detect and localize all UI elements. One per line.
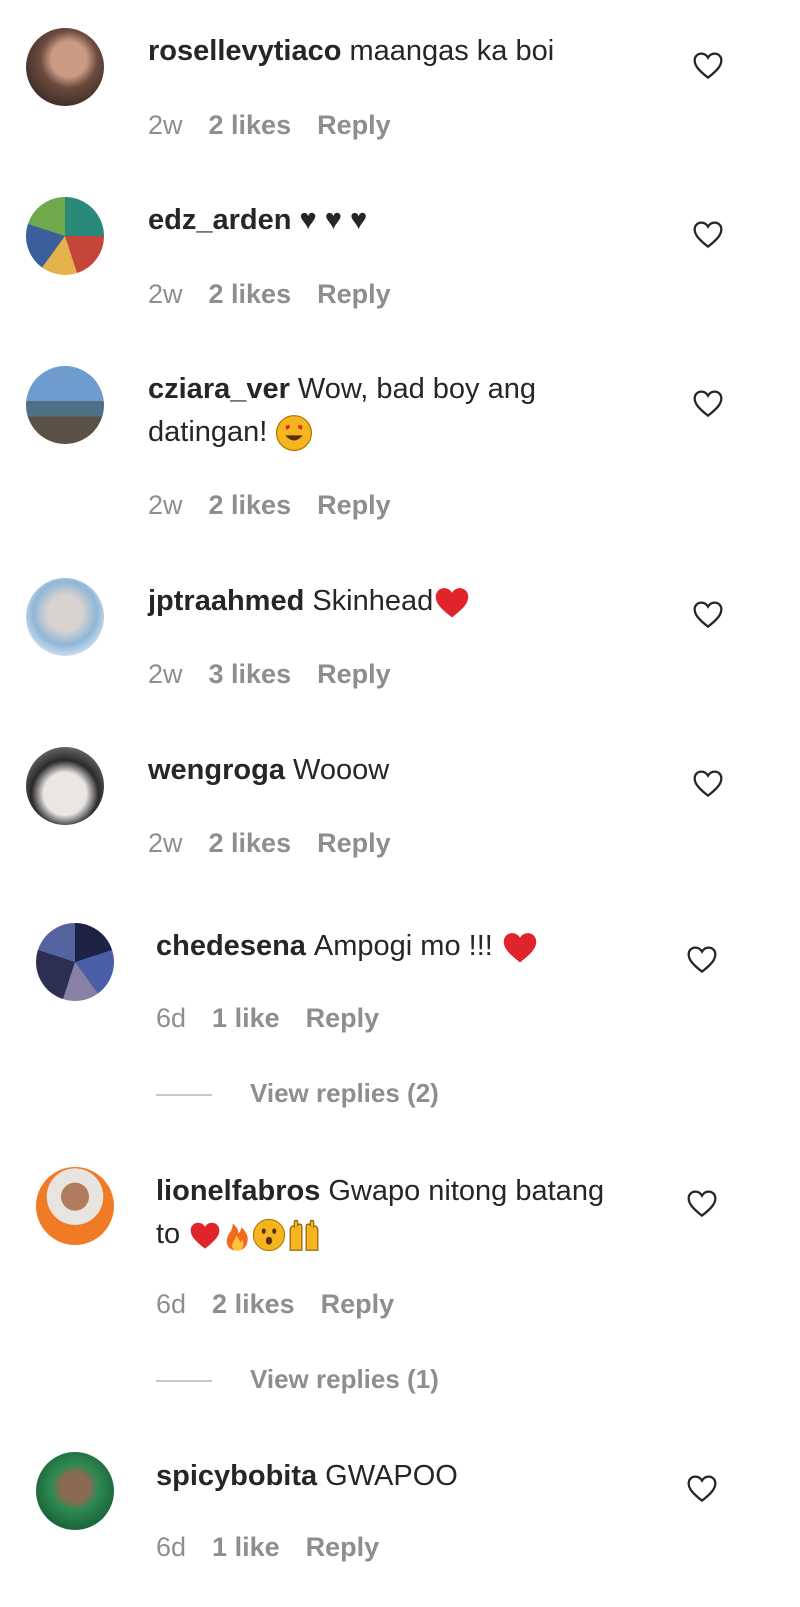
comment-text: jptraahmed Skinhead [148, 580, 618, 623]
comment-username[interactable]: chedesena [156, 930, 306, 962]
comment-text: wengroga Wooow [148, 749, 618, 792]
reply-button[interactable]: Reply [317, 279, 391, 309]
heart-outline-icon[interactable] [686, 1188, 718, 1218]
comment-meta: 6d 2 likes Reply [156, 1289, 420, 1320]
comment-text: lionelfabros Gwapo nitong batang to [156, 1170, 626, 1256]
comment-meta: 2w 2 likes Reply [148, 490, 417, 521]
comment-likes[interactable]: 2 likes [209, 110, 292, 140]
heart-outline-icon[interactable] [692, 388, 724, 418]
comment-text: chedesena Ampogi mo !!! [156, 925, 626, 968]
heart-outline-icon[interactable] [692, 768, 724, 798]
comment-text: spicybobita GWAPOO [156, 1455, 626, 1498]
comment-likes[interactable]: 2 likes [209, 279, 292, 309]
avatar[interactable] [36, 1167, 114, 1245]
avatar[interactable] [26, 747, 104, 825]
comment-text: edz_arden ♥ ♥ ♥ [148, 199, 618, 242]
comment-time[interactable]: 6d [156, 1289, 186, 1319]
comment-time[interactable]: 2w [148, 279, 183, 309]
view-replies-label[interactable]: View replies (1) [250, 1364, 439, 1394]
comment-username[interactable]: cziara_ver [148, 373, 290, 405]
reply-button[interactable]: Reply [317, 490, 391, 520]
comment-body: Ampogi mo !!! [313, 930, 493, 962]
red-heart-emoji-icon [503, 933, 537, 963]
comment-body: Skinhead [312, 585, 434, 617]
red-heart-emoji-icon [190, 1223, 220, 1249]
comment-body: GWAPOO [325, 1460, 458, 1492]
comment-text: cziara_ver Wow, bad boy ang datingan! [148, 368, 618, 454]
reply-button[interactable]: Reply [306, 1532, 380, 1562]
avatar[interactable] [26, 578, 104, 656]
heart-outline-icon[interactable] [686, 1473, 718, 1503]
comment-time[interactable]: 2w [148, 110, 183, 140]
avatar[interactable] [26, 366, 104, 444]
reply-button[interactable]: Reply [317, 828, 391, 858]
comment-username[interactable]: lionelfabros [156, 1175, 320, 1207]
heart-outline-icon[interactable] [692, 219, 724, 249]
comment-meta: 2w 3 likes Reply [148, 659, 417, 690]
comment-text: rosellevytiaco maangas ka boi [148, 30, 618, 73]
comment-username[interactable]: wengroga [148, 754, 285, 786]
heart-outline-icon[interactable] [692, 50, 724, 80]
comment-body: Wooow [292, 754, 390, 786]
avatar[interactable] [26, 28, 104, 106]
view-replies-divider [156, 1380, 212, 1383]
reply-button[interactable]: Reply [321, 1289, 395, 1319]
comment-likes[interactable]: 1 like [212, 1532, 280, 1562]
comment-likes[interactable]: 2 likes [209, 490, 292, 520]
heart-outline-icon[interactable] [692, 599, 724, 629]
comment-body: maangas ka boi [349, 35, 555, 67]
view-replies-label[interactable]: View replies (2) [250, 1078, 439, 1108]
view-replies-button[interactable]: View replies (2) [156, 1078, 439, 1109]
comment-username[interactable]: rosellevytiaco [148, 35, 341, 67]
comment-time[interactable]: 6d [156, 1532, 186, 1562]
comment-meta: 6d 1 like Reply [156, 1003, 405, 1034]
comment-time[interactable]: 2w [148, 828, 183, 858]
red-heart-emoji-icon [436, 588, 469, 618]
comment-meta: 2w 2 likes Reply [148, 828, 417, 859]
comment-time[interactable]: 2w [148, 490, 183, 520]
reply-button[interactable]: Reply [306, 1003, 380, 1033]
comment-meta: 6d 1 like Reply [156, 1532, 405, 1563]
comment-username[interactable]: edz_arden [148, 204, 291, 236]
comment-time[interactable]: 6d [156, 1003, 186, 1033]
comment-likes[interactable]: 1 like [212, 1003, 280, 1033]
comment-likes[interactable]: 2 likes [212, 1289, 295, 1319]
avatar[interactable] [36, 1452, 114, 1530]
heart-outline-icon[interactable] [686, 944, 718, 974]
comment-username[interactable]: jptraahmed [148, 585, 304, 617]
reply-button[interactable]: Reply [317, 110, 391, 140]
comment-time[interactable]: 2w [148, 659, 183, 689]
view-replies-divider [156, 1094, 212, 1097]
comment-username[interactable]: spicybobita [156, 1460, 317, 1492]
comment-body: ♥ ♥ ♥ [299, 204, 368, 236]
reply-button[interactable]: Reply [317, 659, 391, 689]
comment-meta: 2w 2 likes Reply [148, 279, 417, 310]
fire-emoji-icon [226, 1224, 248, 1251]
raising-hands-emoji-icon [289, 1220, 319, 1252]
avatar[interactable] [26, 197, 104, 275]
comment-likes[interactable]: 3 likes [209, 659, 292, 689]
heart-eyes-emoji-icon [276, 415, 313, 452]
avatar[interactable] [36, 923, 114, 1001]
comment-meta: 2w 2 likes Reply [148, 110, 417, 141]
view-replies-button[interactable]: View replies (1) [156, 1364, 439, 1395]
astonished-emoji-icon [253, 1219, 286, 1252]
comment-likes[interactable]: 2 likes [209, 828, 292, 858]
